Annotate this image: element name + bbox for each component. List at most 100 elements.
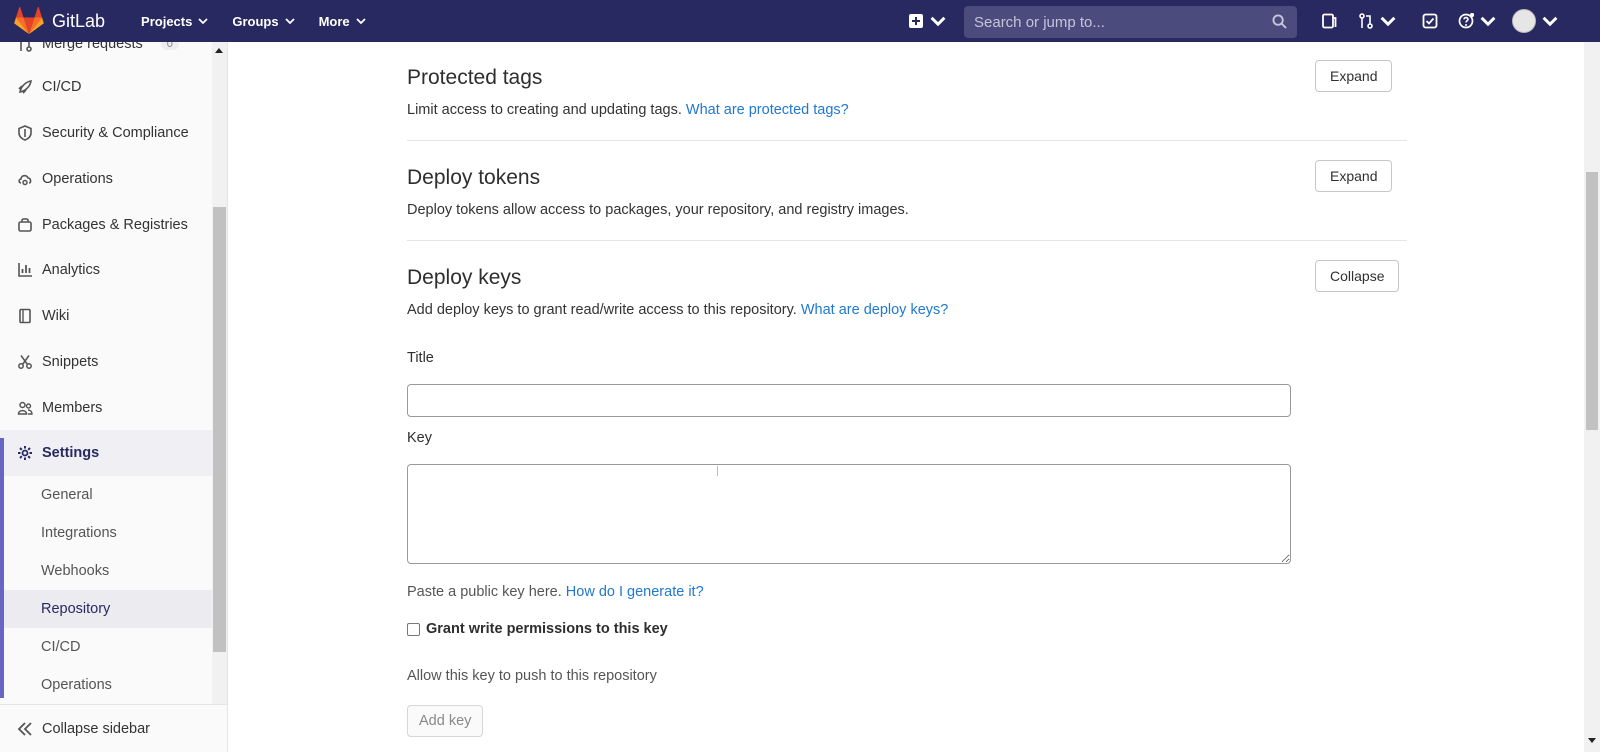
todo-check-icon (1422, 13, 1438, 29)
nav-more-label: More (318, 13, 350, 29)
protected-tags-help-link[interactable]: What are protected tags? (686, 102, 849, 118)
merge-requests-count-badge: 0 (160, 42, 179, 50)
package-icon (18, 218, 32, 232)
users-icon (17, 401, 33, 415)
sidebar-subitem-integrations[interactable]: Integrations (0, 514, 212, 552)
grant-write-checkbox[interactable] (407, 622, 420, 636)
sidebar-scrollbar-thumb[interactable] (213, 207, 226, 652)
todos-link[interactable] (1414, 0, 1446, 42)
gear-icon (18, 446, 32, 460)
sidebar-subitem-general[interactable]: General (0, 476, 212, 514)
gitlab-logo-icon (14, 7, 44, 35)
chevron-down-icon (1542, 16, 1558, 27)
collapse-sidebar-label: Collapse sidebar (42, 720, 151, 737)
chevron-down-icon (1380, 16, 1396, 27)
sidebar-item-members[interactable]: Members (0, 385, 212, 431)
sidebar-item-label: Packages & Registries (42, 217, 188, 233)
chart-icon (18, 263, 32, 277)
chevron-down-icon (1480, 16, 1496, 27)
nav-menu: Projects Groups More (133, 8, 382, 35)
rocket-icon (18, 80, 32, 94)
sidebar-item-snippets[interactable]: Snippets (0, 339, 212, 385)
collapse-sidebar-button[interactable]: Collapse sidebar (0, 704, 227, 752)
sidebar-item-packages-registries[interactable]: Packages & Registries (0, 202, 212, 248)
sidebar-item-label: Members (42, 400, 103, 416)
text-cursor-icon (717, 466, 718, 476)
sidebar-subitem-label: Operations (41, 677, 112, 693)
scroll-up-arrow-icon[interactable] (215, 48, 223, 53)
nav-groups[interactable]: Groups (224, 8, 302, 35)
section-divider (407, 240, 1407, 241)
search-icon (1272, 14, 1287, 29)
sidebar-item-wiki[interactable]: Wiki (0, 293, 212, 339)
book-icon (19, 308, 31, 324)
deploy-tokens-desc: Deploy tokens allow access to packages, … (407, 202, 909, 218)
scroll-down-arrow-icon[interactable] (1588, 738, 1596, 743)
sidebar-subitem-label: General (41, 487, 93, 503)
sidebar-subitem-ci-cd[interactable]: CI/CD (0, 628, 212, 666)
merge-request-icon (20, 42, 32, 52)
sidebar-item-security-compliance[interactable]: Security & Compliance (0, 110, 212, 156)
sidebar-item-label: Settings (42, 445, 100, 461)
sidebar-item-label: Snippets (42, 354, 99, 370)
section-divider (407, 140, 1407, 141)
brand-name: GitLab (52, 10, 106, 31)
nav-projects[interactable]: Projects (133, 8, 216, 35)
sidebar-item-operations[interactable]: Operations (0, 156, 212, 202)
page-scrollbar-thumb[interactable] (1586, 172, 1598, 430)
sidebar-subitem-label: Repository (41, 601, 111, 617)
gitlab-home-link[interactable]: GitLab (14, 0, 105, 42)
sidebar-item-label: Analytics (42, 262, 101, 278)
chevron-down-icon (284, 18, 295, 25)
grant-write-row[interactable]: Grant write permissions to this key (407, 621, 668, 637)
search-input[interactable] (974, 13, 1264, 31)
sidebar-item-label: CI/CD (42, 79, 82, 95)
user-menu-dropdown[interactable] (1504, 0, 1566, 42)
issues-link[interactable] (1313, 0, 1345, 42)
settings-content: Protected tags Limit access to creating … (228, 42, 1584, 752)
deploy-keys-section: Deploy keys Add deploy keys to grant rea… (407, 266, 1407, 318)
search-box (964, 6, 1297, 38)
collapse-deploy-keys-button[interactable]: Collapse (1315, 260, 1400, 292)
sidebar-subitem-label: Webhooks (41, 563, 110, 579)
scissors-icon (18, 355, 32, 369)
title-field-label: Title (407, 350, 434, 366)
chevron-down-icon (356, 18, 366, 25)
sidebar-subitem-label: Integrations (41, 525, 117, 541)
section-description: Add deploy keys to grant read/write acce… (407, 302, 1407, 318)
sidebar-subitem-repository[interactable]: Repository (0, 590, 212, 628)
sidebar-item-settings[interactable]: Settings (0, 430, 212, 476)
expand-protected-tags-button[interactable]: Expand (1315, 60, 1393, 92)
sidebar-item-analytics[interactable]: Analytics (0, 247, 212, 293)
merge-requests-dropdown[interactable] (1350, 0, 1404, 42)
expand-deploy-tokens-button[interactable]: Expand (1315, 160, 1393, 192)
key-field-label: Key (407, 430, 432, 446)
add-key-button[interactable]: Add key (407, 705, 484, 737)
sidebar-item-ci-cd[interactable]: CI/CD (0, 64, 212, 110)
protected-tags-section: Protected tags Limit access to creating … (407, 66, 1407, 118)
generate-key-help-link[interactable]: How do I generate it? (566, 584, 704, 600)
issues-icon (1322, 13, 1337, 29)
top-navbar: GitLab Projects Groups More (0, 0, 1600, 42)
sidebar-subitem-operations[interactable]: Operations (0, 666, 212, 704)
active-section-indicator (0, 438, 4, 698)
nav-groups-label: Groups (232, 13, 279, 29)
shield-icon (18, 125, 32, 141)
grant-write-label: Grant write permissions to this key (426, 621, 668, 637)
nav-projects-label: Projects (141, 13, 193, 29)
deploy-key-textarea[interactable] (407, 464, 1291, 564)
deploy-keys-desc: Add deploy keys to grant read/write acce… (407, 302, 797, 318)
help-icon (1458, 13, 1474, 29)
project-sidebar: Merge requests 0 CI/CD Security & Compli… (0, 42, 228, 752)
new-item-dropdown[interactable] (900, 0, 954, 42)
sidebar-subitem-webhooks[interactable]: Webhooks (0, 552, 212, 590)
plus-square-icon (909, 14, 923, 28)
grant-write-help-text: Allow this key to push to this repositor… (407, 668, 657, 684)
protected-tags-desc: Limit access to creating and updating ta… (407, 102, 682, 118)
help-dropdown[interactable] (1450, 0, 1504, 42)
deploy-keys-help-link[interactable]: What are deploy keys? (801, 302, 949, 318)
sidebar-subitem-label: CI/CD (41, 639, 81, 655)
chevron-down-icon (930, 16, 946, 27)
deploy-key-title-input[interactable] (407, 384, 1291, 417)
nav-more[interactable]: More (311, 8, 374, 35)
